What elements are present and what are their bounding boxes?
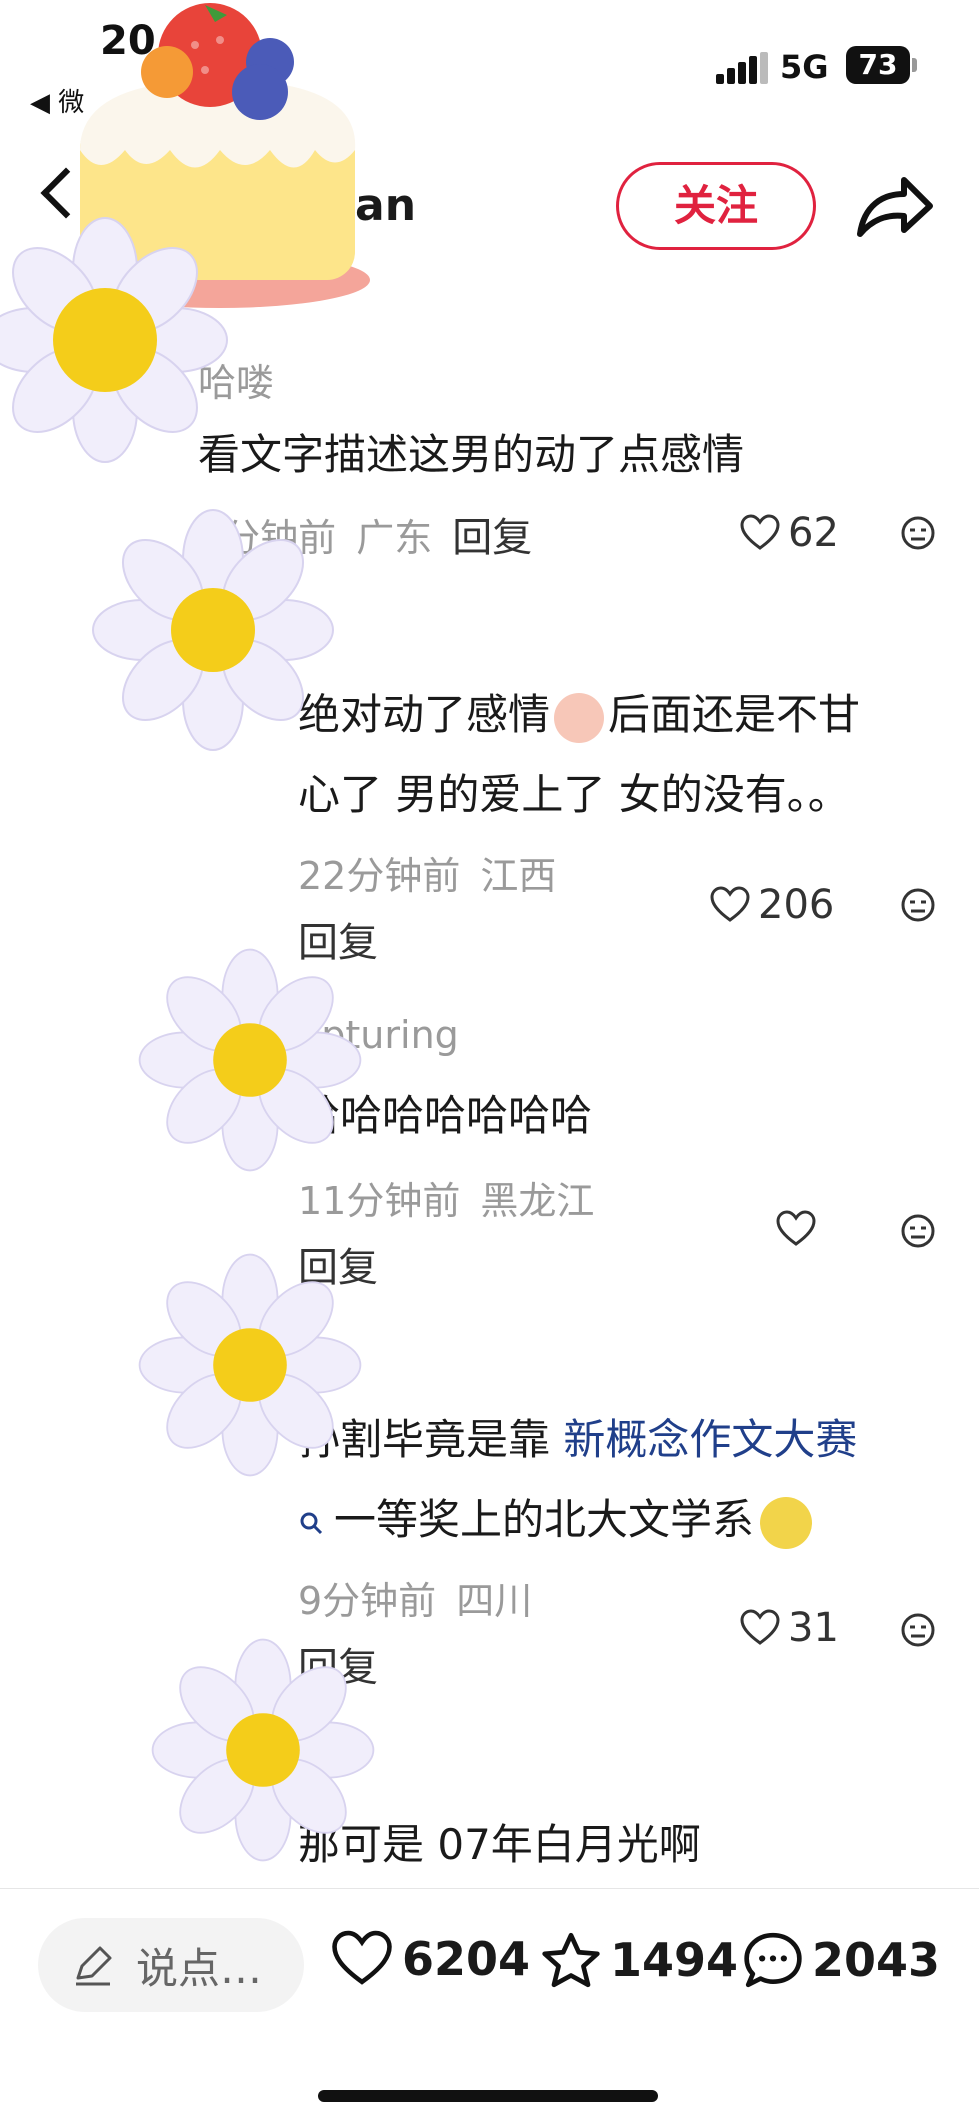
post-favorite-button[interactable]: 1494 bbox=[540, 1930, 738, 1990]
post-comment-button[interactable]: 2043 bbox=[742, 1930, 940, 1990]
comment-text-part: 一等奖上的北大文学系 bbox=[334, 1495, 755, 1544]
back-to-app-link[interactable]: ◀ 微 bbox=[30, 82, 84, 119]
comment-input[interactable]: 说点… bbox=[38, 1918, 304, 2012]
like-count: 62 bbox=[788, 510, 839, 556]
daisy-sticker bbox=[0, 217, 228, 463]
reply-button[interactable]: 回复 bbox=[298, 1235, 378, 1293]
comment-text: 孙割毕竟是靠 新概念作文大赛 bbox=[298, 1400, 857, 1480]
battery-tip bbox=[912, 58, 917, 72]
signal-icon bbox=[716, 52, 768, 84]
comment-text-part: 孙割毕竟是靠 bbox=[298, 1415, 564, 1464]
heart-icon bbox=[332, 1930, 392, 1985]
comment-username[interactable]: 哈喽 bbox=[198, 352, 274, 407]
comment-time: 3分钟前 bbox=[198, 515, 337, 560]
heart-icon bbox=[740, 514, 780, 550]
post-comment-count: 2043 bbox=[812, 1933, 941, 1987]
comment-like-button[interactable] bbox=[776, 1210, 824, 1248]
comment-like-button[interactable]: 31 bbox=[740, 1605, 839, 1651]
back-icon[interactable] bbox=[40, 167, 92, 219]
comment-text-part: 绝对动了感情 bbox=[298, 690, 551, 739]
comment-location: 黑龙江 bbox=[480, 1179, 595, 1223]
like-count: 206 bbox=[758, 882, 835, 928]
reply-button[interactable]: 回复 bbox=[298, 910, 378, 968]
bean-emoji bbox=[760, 1496, 813, 1549]
dislike-icon[interactable] bbox=[900, 515, 936, 551]
comment-text: 绝对动了感情 后面还是不甘 bbox=[298, 675, 860, 755]
comment-username[interactable]: d bbox=[298, 612, 322, 656]
comment-text: 看文字描述这男的动了点感情 bbox=[198, 430, 745, 479]
pencil-icon bbox=[76, 1946, 112, 1986]
reply-button[interactable]: 回复 bbox=[452, 505, 532, 563]
dislike-icon[interactable] bbox=[900, 1213, 936, 1249]
comment-time: 9分钟前 bbox=[298, 1579, 437, 1623]
follow-button[interactable]: 关注 bbox=[616, 162, 816, 250]
comment-text: 那可是 07年白月光啊 bbox=[298, 1820, 701, 1869]
dislike-icon[interactable] bbox=[900, 1612, 936, 1648]
post-like-count: 6204 bbox=[402, 1932, 531, 1986]
comment-username[interactable]: apturing bbox=[298, 1013, 459, 1057]
home-indicator[interactable] bbox=[318, 2090, 658, 2102]
battery-level: 73 bbox=[846, 46, 910, 84]
bottom-bar-divider bbox=[0, 1888, 979, 1889]
share-icon[interactable] bbox=[852, 168, 936, 244]
comment-like-button[interactable]: 206 bbox=[710, 882, 834, 928]
comment-text-line2: 一等奖上的北大文学系 bbox=[298, 1480, 813, 1560]
reply-button[interactable]: 回复 bbox=[298, 1635, 378, 1693]
comment-like-button[interactable]: 62 bbox=[740, 510, 839, 556]
comment-text-line2: 心了 男的爱上了 女的没有。。 bbox=[298, 770, 850, 819]
comment-bubble-icon bbox=[744, 1932, 802, 1988]
heart-icon bbox=[740, 1609, 780, 1645]
post-like-button[interactable]: 6204 bbox=[330, 1930, 530, 1988]
comment-location: 江西 bbox=[480, 854, 557, 898]
post-favorite-count: 1494 bbox=[610, 1933, 739, 1987]
heart-icon bbox=[710, 886, 750, 922]
comment-input-placeholder: 说点… bbox=[136, 1943, 263, 1993]
comment-time: 22分钟前 bbox=[298, 854, 461, 898]
comment-text: 哈哈哈哈哈哈哈 bbox=[298, 1091, 593, 1140]
status-time: 20 bbox=[100, 18, 156, 64]
search-icon bbox=[300, 1512, 323, 1534]
author-name[interactable]: an bbox=[355, 180, 416, 231]
topic-link[interactable]: 新概念作文大赛 bbox=[563, 1415, 857, 1464]
network-type: 5G bbox=[780, 48, 829, 86]
star-icon bbox=[542, 1932, 600, 1988]
comment-text-part: 后面还是不甘 bbox=[608, 690, 861, 739]
comment-time: 11分钟前 bbox=[298, 1179, 461, 1223]
comment-location: 广东 bbox=[356, 515, 433, 560]
dislike-icon[interactable] bbox=[900, 887, 936, 923]
crying-emoji bbox=[554, 692, 605, 743]
heart-icon bbox=[776, 1210, 816, 1246]
like-count: 31 bbox=[788, 1605, 839, 1651]
comment-location: 四川 bbox=[456, 1579, 533, 1623]
